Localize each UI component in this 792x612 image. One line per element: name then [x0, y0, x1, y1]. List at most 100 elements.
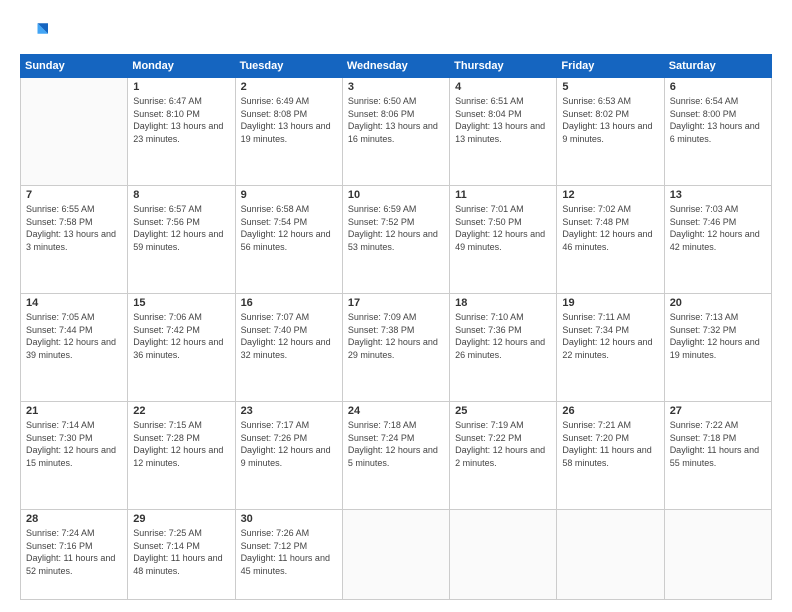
cell-info: Sunrise: 7:07 AMSunset: 7:40 PMDaylight:…	[241, 311, 337, 361]
calendar-cell: 16 Sunrise: 7:07 AMSunset: 7:40 PMDayligh…	[235, 294, 342, 402]
calendar-cell: 2 Sunrise: 6:49 AMSunset: 8:08 PMDaylight…	[235, 78, 342, 186]
cell-info: Sunrise: 6:57 AMSunset: 7:56 PMDaylight:…	[133, 203, 229, 253]
cell-info: Sunrise: 7:17 AMSunset: 7:26 PMDaylight:…	[241, 419, 337, 469]
weekday-header-row: SundayMondayTuesdayWednesdayThursdayFrid…	[21, 55, 772, 78]
day-number: 21	[26, 405, 122, 417]
cell-info: Sunrise: 6:54 AMSunset: 8:00 PMDaylight:…	[670, 95, 766, 145]
calendar-cell: 3 Sunrise: 6:50 AMSunset: 8:06 PMDaylight…	[342, 78, 449, 186]
weekday-header-wednesday: Wednesday	[342, 55, 449, 78]
calendar-cell: 13 Sunrise: 7:03 AMSunset: 7:46 PMDayligh…	[664, 186, 771, 294]
calendar-week-row: 21 Sunrise: 7:14 AMSunset: 7:30 PMDayligh…	[21, 402, 772, 510]
cell-info: Sunrise: 7:11 AMSunset: 7:34 PMDaylight:…	[562, 311, 658, 361]
calendar-cell: 29 Sunrise: 7:25 AMSunset: 7:14 PMDayligh…	[128, 510, 235, 600]
weekday-header-sunday: Sunday	[21, 55, 128, 78]
day-number: 25	[455, 405, 551, 417]
cell-info: Sunrise: 6:58 AMSunset: 7:54 PMDaylight:…	[241, 203, 337, 253]
weekday-header-thursday: Thursday	[450, 55, 557, 78]
cell-info: Sunrise: 7:25 AMSunset: 7:14 PMDaylight:…	[133, 527, 229, 577]
weekday-header-tuesday: Tuesday	[235, 55, 342, 78]
cell-info: Sunrise: 7:19 AMSunset: 7:22 PMDaylight:…	[455, 419, 551, 469]
calendar-cell: 22Sunrise: 7:15 AMSunset: 7:28 PMDayligh…	[128, 402, 235, 510]
calendar-week-row: 1 Sunrise: 6:47 AMSunset: 8:10 PMDaylight…	[21, 78, 772, 186]
logo	[20, 18, 52, 46]
calendar-cell: 8 Sunrise: 6:57 AMSunset: 7:56 PMDaylight…	[128, 186, 235, 294]
calendar-cell: 24 Sunrise: 7:18 AMSunset: 7:24 PMDayligh…	[342, 402, 449, 510]
day-number: 11	[455, 189, 551, 201]
weekday-header-saturday: Saturday	[664, 55, 771, 78]
calendar-cell: 4 Sunrise: 6:51 AMSunset: 8:04 PMDaylight…	[450, 78, 557, 186]
calendar-cell	[557, 510, 664, 600]
day-number: 6	[670, 81, 766, 93]
cell-info: Sunrise: 7:01 AMSunset: 7:50 PMDaylight:…	[455, 203, 551, 253]
cell-info: Sunrise: 7:02 AMSunset: 7:48 PMDaylight:…	[562, 203, 658, 253]
cell-info: Sunrise: 7:14 AMSunset: 7:30 PMDaylight:…	[26, 419, 122, 469]
cell-info: Sunrise: 6:59 AMSunset: 7:52 PMDaylight:…	[348, 203, 444, 253]
calendar-week-row: 28 Sunrise: 7:24 AMSunset: 7:16 PMDayligh…	[21, 510, 772, 600]
day-number: 3	[348, 81, 444, 93]
calendar-cell: 17Sunrise: 7:09 AMSunset: 7:38 PMDayligh…	[342, 294, 449, 402]
day-number: 2	[241, 81, 337, 93]
calendar-cell: 23 Sunrise: 7:17 AMSunset: 7:26 PMDayligh…	[235, 402, 342, 510]
cell-info: Sunrise: 6:47 AMSunset: 8:10 PMDaylight:…	[133, 95, 229, 145]
day-number: 5	[562, 81, 658, 93]
cell-info: Sunrise: 7:21 AMSunset: 7:20 PMDaylight:…	[562, 419, 658, 469]
day-number: 9	[241, 189, 337, 201]
day-number: 8	[133, 189, 229, 201]
cell-info: Sunrise: 6:49 AMSunset: 8:08 PMDaylight:…	[241, 95, 337, 145]
day-number: 15	[133, 297, 229, 309]
calendar-cell: 20 Sunrise: 7:13 AMSunset: 7:32 PMDayligh…	[664, 294, 771, 402]
calendar-cell: 26 Sunrise: 7:21 AMSunset: 7:20 PMDayligh…	[557, 402, 664, 510]
calendar-cell: 19 Sunrise: 7:11 AMSunset: 7:34 PMDayligh…	[557, 294, 664, 402]
day-number: 24	[348, 405, 444, 417]
day-number: 23	[241, 405, 337, 417]
cell-info: Sunrise: 6:50 AMSunset: 8:06 PMDaylight:…	[348, 95, 444, 145]
day-number: 18	[455, 297, 551, 309]
day-number: 13	[670, 189, 766, 201]
calendar-cell: 30 Sunrise: 7:26 AMSunset: 7:12 PMDayligh…	[235, 510, 342, 600]
day-number: 20	[670, 297, 766, 309]
cell-info: Sunrise: 7:18 AMSunset: 7:24 PMDaylight:…	[348, 419, 444, 469]
day-number: 26	[562, 405, 658, 417]
calendar-cell: 14 Sunrise: 7:05 AMSunset: 7:44 PMDayligh…	[21, 294, 128, 402]
cell-info: Sunrise: 7:10 AMSunset: 7:36 PMDaylight:…	[455, 311, 551, 361]
cell-info: Sunrise: 6:55 AMSunset: 7:58 PMDaylight:…	[26, 203, 122, 253]
calendar-cell: 6 Sunrise: 6:54 AMSunset: 8:00 PMDaylight…	[664, 78, 771, 186]
day-number: 30	[241, 513, 337, 525]
cell-info: Sunrise: 7:22 AMSunset: 7:18 PMDaylight:…	[670, 419, 766, 469]
calendar-cell: 7Sunrise: 6:55 AMSunset: 7:58 PMDaylight…	[21, 186, 128, 294]
day-number: 19	[562, 297, 658, 309]
day-number: 22	[133, 405, 229, 417]
day-number: 29	[133, 513, 229, 525]
calendar-cell: 28 Sunrise: 7:24 AMSunset: 7:16 PMDayligh…	[21, 510, 128, 600]
calendar-cell	[21, 78, 128, 186]
calendar-cell: 11 Sunrise: 7:01 AMSunset: 7:50 PMDayligh…	[450, 186, 557, 294]
weekday-header-friday: Friday	[557, 55, 664, 78]
day-number: 16	[241, 297, 337, 309]
day-number: 10	[348, 189, 444, 201]
cell-info: Sunrise: 6:53 AMSunset: 8:02 PMDaylight:…	[562, 95, 658, 145]
day-number: 17	[348, 297, 444, 309]
calendar-cell: 9 Sunrise: 6:58 AMSunset: 7:54 PMDaylight…	[235, 186, 342, 294]
cell-info: Sunrise: 7:05 AMSunset: 7:44 PMDaylight:…	[26, 311, 122, 361]
logo-icon	[20, 18, 48, 46]
day-number: 1	[133, 81, 229, 93]
calendar-cell: 25 Sunrise: 7:19 AMSunset: 7:22 PMDayligh…	[450, 402, 557, 510]
calendar-cell	[450, 510, 557, 600]
day-number: 4	[455, 81, 551, 93]
cell-info: Sunrise: 7:13 AMSunset: 7:32 PMDaylight:…	[670, 311, 766, 361]
calendar-cell: 10 Sunrise: 6:59 AMSunset: 7:52 PMDayligh…	[342, 186, 449, 294]
cell-info: Sunrise: 7:26 AMSunset: 7:12 PMDaylight:…	[241, 527, 337, 577]
calendar-table: SundayMondayTuesdayWednesdayThursdayFrid…	[20, 54, 772, 600]
day-number: 12	[562, 189, 658, 201]
calendar-cell: 27Sunrise: 7:22 AMSunset: 7:18 PMDayligh…	[664, 402, 771, 510]
cell-info: Sunrise: 7:03 AMSunset: 7:46 PMDaylight:…	[670, 203, 766, 253]
page: SundayMondayTuesdayWednesdayThursdayFrid…	[0, 0, 792, 612]
calendar-cell: 18 Sunrise: 7:10 AMSunset: 7:36 PMDayligh…	[450, 294, 557, 402]
cell-info: Sunrise: 6:51 AMSunset: 8:04 PMDaylight:…	[455, 95, 551, 145]
calendar-cell	[664, 510, 771, 600]
day-number: 28	[26, 513, 122, 525]
day-number: 14	[26, 297, 122, 309]
calendar-cell: 5 Sunrise: 6:53 AMSunset: 8:02 PMDaylight…	[557, 78, 664, 186]
cell-info: Sunrise: 7:24 AMSunset: 7:16 PMDaylight:…	[26, 527, 122, 577]
calendar-cell: 21 Sunrise: 7:14 AMSunset: 7:30 PMDayligh…	[21, 402, 128, 510]
